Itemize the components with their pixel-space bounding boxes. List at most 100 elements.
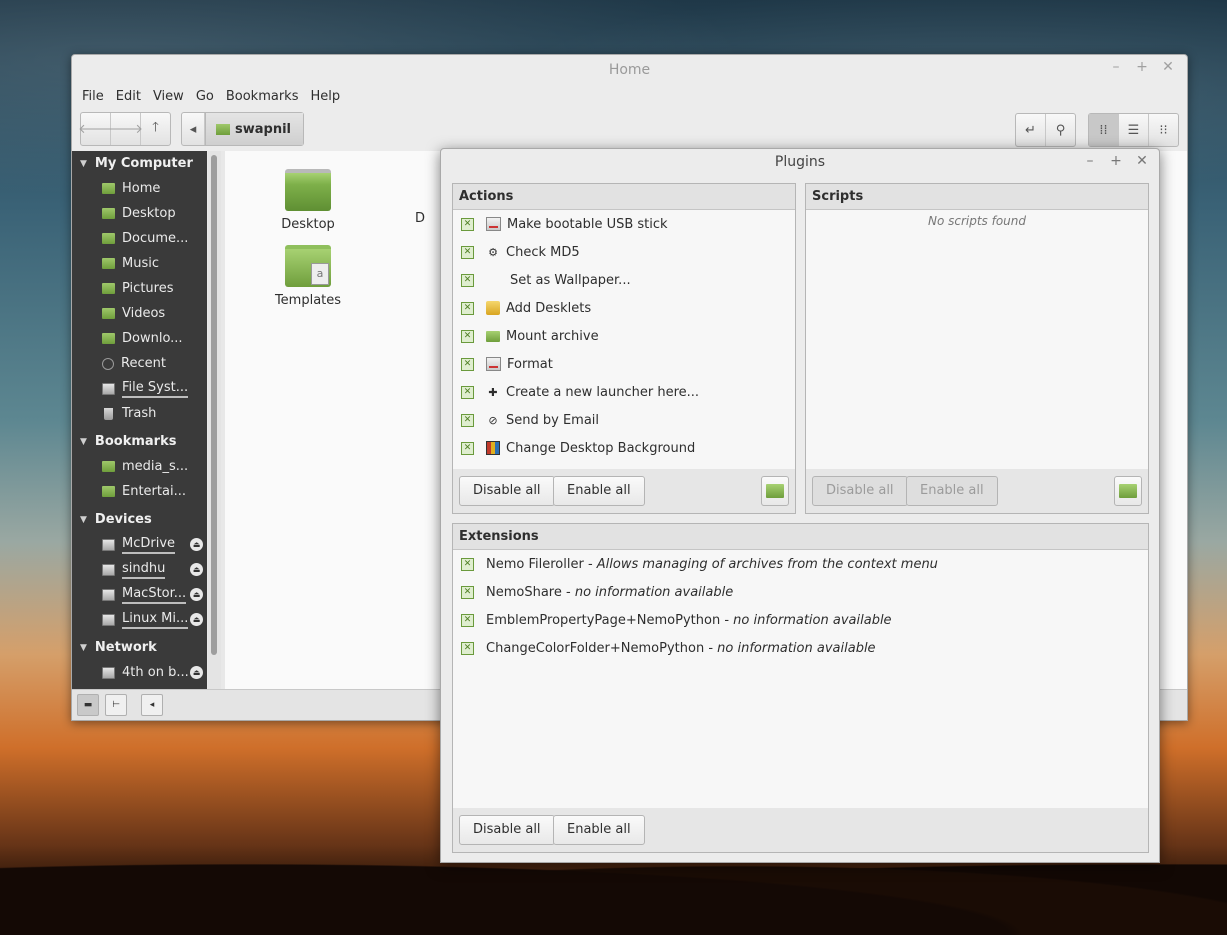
action-row[interactable]: ✕ Make bootable USB stick	[453, 210, 795, 238]
file-item-templates[interactable]: Templates	[263, 245, 353, 308]
hide-sidebar-button[interactable]: ◂	[141, 694, 163, 716]
sidebar-item-home[interactable]: Home	[72, 176, 207, 201]
sidebar-item-pictures[interactable]: Pictures	[72, 276, 207, 301]
actions-open-folder-button[interactable]	[761, 476, 789, 506]
action-row[interactable]: ✕ Add Desklets	[453, 294, 795, 322]
minimize-icon[interactable]: –	[1083, 153, 1097, 169]
sidebar-section-devices[interactable]: ▼ Devices	[72, 507, 207, 532]
extension-row[interactable]: ✕ ChangeColorFolder+NemoPython - no infor…	[453, 634, 1148, 662]
extensions-footer: Disable all Enable all	[453, 808, 1148, 852]
section-title: Devices	[94, 512, 152, 527]
tree-sidebar-button[interactable]: ⊢	[105, 694, 127, 716]
menu-help[interactable]: Help	[304, 89, 346, 104]
sidebar-scrollbar[interactable]	[208, 151, 221, 690]
menu-view[interactable]: View	[147, 89, 190, 104]
checkbox[interactable]: ✕	[461, 441, 474, 455]
action-row[interactable]: ✕ ✚ Create a new launcher here...	[453, 378, 795, 406]
path-left-button[interactable]: ◂	[182, 113, 205, 145]
checkbox[interactable]: ✕	[461, 301, 474, 315]
folder-icon	[486, 330, 500, 342]
action-row[interactable]: ✕ ⚙ Check MD5	[453, 238, 795, 266]
menu-file[interactable]: File	[76, 89, 110, 104]
forward-button[interactable]: 🡒	[108, 113, 143, 145]
scripts-open-folder-button[interactable]	[1114, 476, 1142, 506]
sidebar-item-file-system[interactable]: File Syst...	[72, 376, 207, 401]
menu-bookmarks[interactable]: Bookmarks	[220, 89, 305, 104]
sidebar-item-videos[interactable]: Videos	[72, 301, 207, 326]
eject-icon[interactable]: ⏏	[190, 538, 203, 551]
sidebar-item-bookmark[interactable]: Entertai...	[72, 479, 207, 504]
extension-row[interactable]: ✕ EmblemPropertyPage+NemoPython - no info…	[453, 606, 1148, 634]
actions-disable-all-button[interactable]: Disable all	[459, 476, 555, 506]
checkbox[interactable]: ✕	[461, 613, 474, 627]
action-label: Set as Wallpaper...	[510, 272, 631, 288]
eject-icon[interactable]: ⏏	[190, 563, 203, 576]
sidebar-item-recent[interactable]: Recent	[72, 351, 207, 376]
close-icon[interactable]: ✕	[1161, 59, 1175, 75]
toolbar: 🡐 🡒 🡑 ◂ swapnil ↵ ⚲ ⁞⁞ ☰ ⁝⁝	[72, 107, 1187, 151]
file-item-partial[interactable]: D	[415, 211, 435, 226]
action-label: Add Desklets	[506, 300, 592, 316]
sidebar-section-my-computer[interactable]: ▼ My Computer	[72, 151, 207, 176]
search-button[interactable]: ⚲	[1046, 114, 1075, 146]
action-row[interactable]: ✕ Set as Wallpaper...	[453, 266, 795, 294]
sidebar-section-network[interactable]: ▼ Network	[72, 635, 207, 660]
sidebar-item-trash[interactable]: Trash	[72, 401, 207, 426]
sidebar-item-bookmark[interactable]: media_s...	[72, 454, 207, 479]
sidebar-item-desktop[interactable]: Desktop	[72, 201, 207, 226]
checkbox[interactable]: ✕	[461, 641, 474, 655]
section-title: My Computer	[94, 156, 193, 171]
menu-go[interactable]: Go	[190, 89, 220, 104]
extensions-disable-all-button[interactable]: Disable all	[459, 815, 555, 845]
extensions-enable-all-button[interactable]: Enable all	[553, 815, 645, 845]
action-row[interactable]: ✕ Change Desktop Background	[453, 434, 795, 462]
eject-icon[interactable]: ⏏	[190, 666, 203, 679]
checkbox[interactable]: ✕	[461, 329, 474, 343]
checkbox[interactable]: ✕	[461, 217, 474, 231]
places-sidebar-button[interactable]: ▬	[77, 694, 99, 716]
sidebar-item-documents[interactable]: Docume...	[72, 226, 207, 251]
checkbox[interactable]: ✕	[461, 557, 474, 571]
sidebar-item-device[interactable]: McDrive ⏏	[72, 532, 207, 557]
checkbox[interactable]: ✕	[461, 585, 474, 599]
extension-row[interactable]: ✕ Nemo Fileroller - Allows managing of ar…	[453, 550, 1148, 578]
eject-icon[interactable]: ⏏	[190, 613, 203, 626]
checkbox[interactable]: ✕	[461, 413, 474, 427]
file-item-desktop[interactable]: Desktop	[263, 169, 353, 232]
extension-row[interactable]: ✕ NemoShare - no information available	[453, 578, 1148, 606]
menu-edit[interactable]: Edit	[110, 89, 147, 104]
toggle-location-button[interactable]: ↵	[1016, 114, 1046, 146]
maximize-icon[interactable]: +	[1109, 153, 1123, 169]
checkbox[interactable]: ✕	[461, 357, 474, 371]
close-icon[interactable]: ✕	[1135, 153, 1149, 169]
actions-enable-all-button[interactable]: Enable all	[553, 476, 645, 506]
path-home-button[interactable]: swapnil	[205, 113, 303, 145]
back-button[interactable]: 🡐	[78, 113, 113, 145]
maximize-icon[interactable]: +	[1135, 59, 1149, 75]
list-view-button[interactable]: ☰	[1119, 114, 1149, 146]
eject-icon[interactable]: ⏏	[190, 588, 203, 601]
checkbox[interactable]: ✕	[461, 273, 474, 287]
minimize-icon[interactable]: –	[1109, 59, 1123, 75]
scrollbar-thumb[interactable]	[211, 155, 217, 655]
sidebar-item-device[interactable]: Linux Mi... ⏏	[72, 607, 207, 632]
sidebar-item-device[interactable]: sindhu ⏏	[72, 557, 207, 582]
checkbox[interactable]: ✕	[461, 245, 474, 259]
action-row[interactable]: ✕ Mount archive	[453, 322, 795, 350]
action-row[interactable]: ✕ Format	[453, 350, 795, 378]
sidebar-item-network[interactable]: 4th on b... ⏏	[72, 660, 207, 685]
icon-view-button[interactable]: ⁞⁞	[1089, 114, 1119, 146]
scripts-disable-all-button[interactable]: Disable all	[812, 476, 908, 506]
sidebar-item-music[interactable]: Music	[72, 251, 207, 276]
sidebar-item-downloads[interactable]: Downlo...	[72, 326, 207, 351]
drive-icon	[102, 588, 115, 601]
sidebar-item-label: media_s...	[122, 459, 189, 474]
sidebar-item-device[interactable]: MacStor... ⏏	[72, 582, 207, 607]
sidebar-section-bookmarks[interactable]: ▼ Bookmarks	[72, 429, 207, 454]
checkbox[interactable]: ✕	[461, 385, 474, 399]
up-button[interactable]: 🡑	[141, 113, 170, 145]
scripts-enable-all-button[interactable]: Enable all	[906, 476, 998, 506]
sidebar: ▼ My Computer Home Desktop Docume... Musi…	[72, 151, 207, 690]
action-row[interactable]: ✕ ⊘ Send by Email	[453, 406, 795, 434]
compact-view-button[interactable]: ⁝⁝	[1149, 114, 1178, 146]
